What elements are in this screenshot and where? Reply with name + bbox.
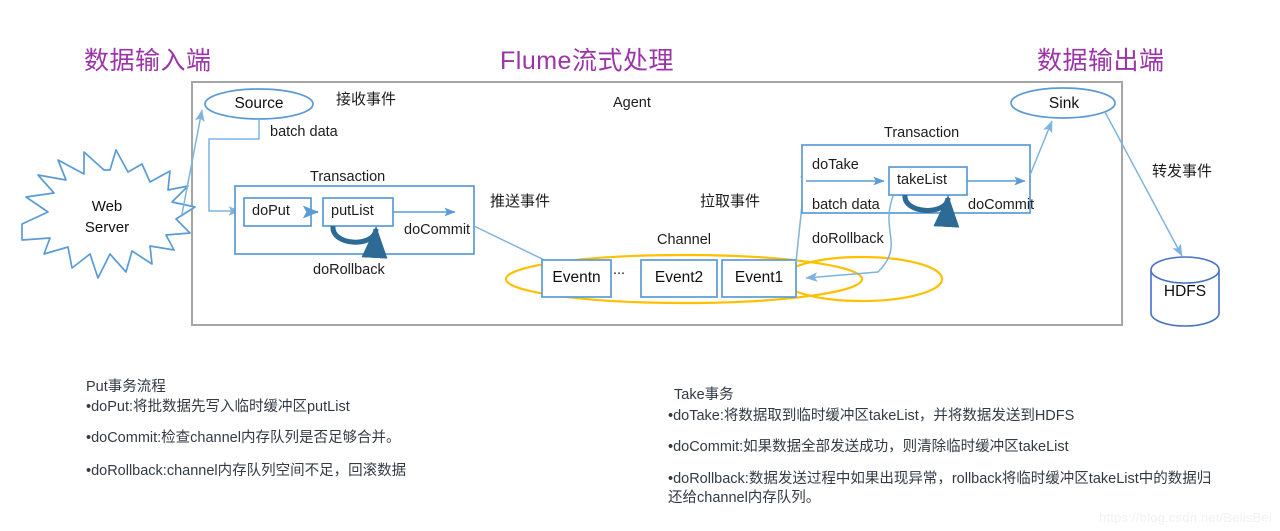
put-transaction-title: Transaction bbox=[310, 169, 386, 185]
take-do-commit-label: doCommit bbox=[968, 197, 1035, 213]
take-do-rollback-label: doRollback bbox=[812, 231, 884, 247]
source-label: Source bbox=[234, 95, 284, 112]
label-forward-event: 转发事件 bbox=[1152, 163, 1213, 180]
event-1-label: Event1 bbox=[734, 269, 784, 286]
do-put-label: doPut bbox=[252, 203, 290, 219]
put-do-rollback-label: doRollback bbox=[313, 262, 385, 278]
web-server-line1: Web bbox=[91, 198, 123, 215]
put-note-line-3: •doRollback:channel内存队列空间不足，回滚数据 bbox=[86, 463, 407, 479]
sink-label: Sink bbox=[1048, 95, 1080, 112]
put-note-line-1: •doPut:将批数据先写入临时缓冲区putList bbox=[86, 399, 350, 415]
take-notes-block: Take事务 •doTake:将数据取到临时缓冲区takeList，并将数据发送… bbox=[668, 383, 1213, 508]
label-push-event: 推送事件 bbox=[490, 193, 551, 210]
put-notes-heading: Put事务流程 bbox=[86, 379, 166, 395]
do-take-label: doTake bbox=[812, 157, 859, 173]
watermark: https://blog.csdn.net/BeiisBei bbox=[1099, 510, 1272, 525]
event-n-label: Eventn bbox=[552, 269, 601, 286]
take-note-line-2: •doCommit:如果数据全部发送成功，则清除临时缓冲区takeList bbox=[668, 439, 1069, 455]
label-pull-event: 拉取事件 bbox=[700, 193, 761, 210]
events-ellipsis: ... bbox=[613, 262, 626, 278]
web-server-line2: Server bbox=[84, 219, 130, 236]
agent-label: Agent bbox=[613, 95, 651, 111]
take-notes-heading: Take事务 bbox=[674, 387, 734, 403]
hdfs-label: HDFS bbox=[1163, 283, 1207, 300]
take-note-line-1: •doTake:将数据取到临时缓冲区takeList，并将数据发送到HDFS bbox=[668, 408, 1075, 424]
take-batch-data-label: batch data bbox=[812, 197, 880, 213]
put-notes-block: Put事务流程 •doPut:将批数据先写入临时缓冲区putList •doCo… bbox=[86, 375, 566, 481]
take-transaction-title: Transaction bbox=[884, 125, 960, 141]
diagram-canvas: 数据输入端 Flume流式处理 数据输出端 Web Server Source … bbox=[0, 0, 1280, 531]
channel-label: Channel bbox=[657, 232, 712, 248]
put-do-commit-label: doCommit bbox=[404, 222, 471, 238]
take-list-label: takeList bbox=[897, 172, 947, 188]
label-receive-event: 接收事件 bbox=[336, 91, 397, 108]
event-2-label: Event2 bbox=[654, 269, 704, 286]
take-note-line-3: •doRollback:数据发送过程中如果出现异常，rollback将临时缓冲区… bbox=[668, 471, 1212, 506]
put-list-label: putList bbox=[331, 203, 374, 219]
put-note-line-2: •doCommit:检查channel内存队列是否足够合并。 bbox=[86, 430, 401, 446]
web-server-label: Web Server bbox=[27, 196, 187, 238]
label-batch-data-left: batch data bbox=[270, 124, 338, 140]
